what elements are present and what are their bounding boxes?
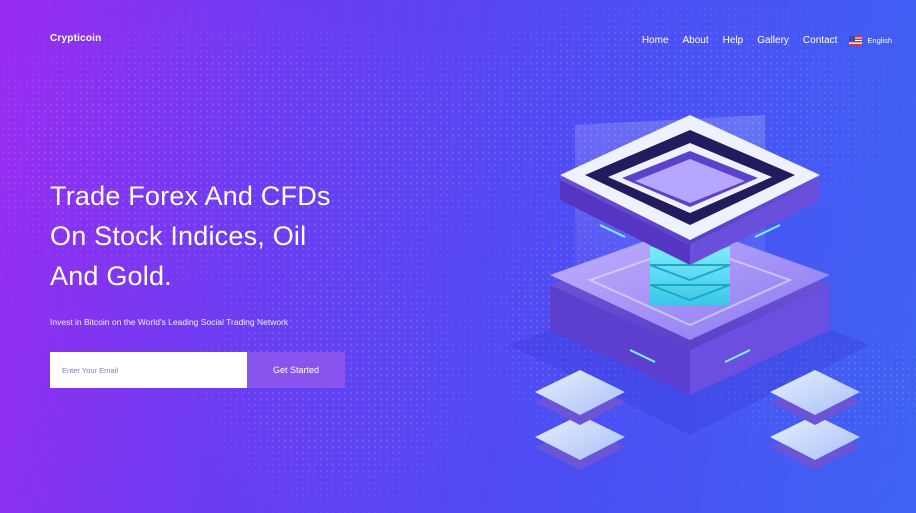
logo[interactable]: Crypticoin (50, 33, 101, 44)
blockchain-server-illustration (510, 115, 870, 470)
email-input[interactable]: Enter Your Email (50, 352, 247, 388)
nav-help[interactable]: Help (723, 35, 744, 46)
get-started-button[interactable]: Get Started (247, 352, 345, 388)
language-selector[interactable]: English (849, 36, 892, 45)
nav-contact[interactable]: Contact (803, 35, 837, 46)
hero-title-line-3: And Gold. (50, 261, 172, 291)
us-flag-icon (849, 36, 863, 45)
nav-home[interactable]: Home (642, 35, 669, 46)
main-nav: Home About Help Gallery Contact English (642, 35, 892, 46)
signup-form: Enter Your Email Get Started (50, 352, 345, 388)
language-label: English (867, 36, 892, 45)
hero-subtitle: Invest in Bitcoin on the World's Leading… (50, 317, 289, 327)
hero-title-line-2: On Stock Indices, Oil (50, 221, 307, 251)
hero-title-line-1: Trade Forex And CFDs (50, 181, 331, 211)
nav-gallery[interactable]: Gallery (757, 35, 789, 46)
nav-about[interactable]: About (683, 35, 709, 46)
hero-title: Trade Forex And CFDs On Stock Indices, O… (50, 176, 380, 296)
